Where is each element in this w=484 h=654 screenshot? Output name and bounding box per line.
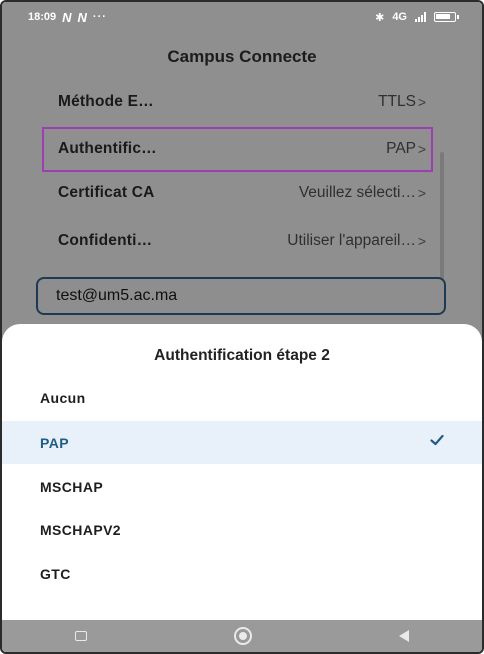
setting-label: Méthode E…: [58, 93, 154, 110]
option-label: GTC: [40, 565, 71, 582]
bottom-sheet: Authentification étape 2 Aucun PAP MSCHA…: [2, 324, 482, 624]
signal-icon: [415, 12, 426, 22]
bluetooth-icon: ✱: [375, 11, 385, 24]
sheet-title: Authentification étape 2: [154, 347, 330, 364]
network-type: 4G: [392, 11, 407, 23]
option-mschap[interactable]: MSCHAP: [2, 465, 482, 508]
chevron-right-icon: >: [417, 185, 426, 201]
back-icon[interactable]: [398, 630, 409, 642]
setting-row-eap-method[interactable]: Méthode E… TTLS >: [58, 89, 430, 115]
setting-label: Certificat CA: [58, 184, 155, 201]
notification-n-icon: N: [77, 9, 87, 25]
identity-input[interactable]: test@um5.ac.ma: [36, 277, 446, 315]
setting-label: Confidenti…: [58, 232, 153, 249]
phone-screen: 18:09 N N ··· ✱ 4G Campus Connecte Métho…: [0, 0, 484, 654]
dimmed-background: 18:09 N N ··· ✱ 4G Campus Connecte Métho…: [2, 2, 482, 342]
check-icon: [430, 434, 444, 446]
option-label: Aucun: [40, 389, 86, 406]
battery-icon: [434, 12, 459, 22]
option-pap[interactable]: PAP: [2, 421, 482, 464]
option-aucun[interactable]: Aucun: [2, 376, 482, 419]
status-time: 18:09: [28, 11, 57, 23]
screen-title: Campus Connecte: [167, 47, 317, 66]
setting-value: Veuillez sélecti…: [298, 184, 416, 201]
setting-row-authentication[interactable]: Authentific… PAP >: [58, 136, 430, 162]
recents-icon[interactable]: [75, 631, 88, 641]
identity-value: test@um5.ac.ma: [56, 287, 178, 304]
status-bar: 18:09 N N ··· ✱ 4G: [2, 2, 482, 32]
chevron-right-icon: >: [417, 94, 426, 110]
option-label: MSCHAP: [40, 478, 104, 495]
setting-value: Utiliser l'appareil…: [287, 232, 416, 249]
setting-label: Authentific…: [58, 140, 157, 157]
chevron-right-icon: >: [417, 141, 426, 157]
home-icon[interactable]: [233, 627, 252, 645]
option-mschapv2[interactable]: MSCHAPV2: [2, 508, 482, 551]
notification-n-icon: N: [62, 9, 72, 25]
setting-row-ca-certificate[interactable]: Certificat CA Veuillez sélecti… >: [58, 180, 430, 206]
scrollbar[interactable]: [440, 152, 444, 282]
more-notifications-icon: ···: [92, 11, 107, 23]
option-label: PAP: [40, 434, 69, 451]
chevron-right-icon: >: [417, 233, 426, 249]
setting-row-privacy[interactable]: Confidenti… Utiliser l'appareil… >: [58, 228, 430, 254]
option-label: MSCHAPV2: [40, 521, 121, 538]
navigation-bar: [2, 620, 482, 652]
option-gtc[interactable]: GTC: [2, 552, 482, 595]
